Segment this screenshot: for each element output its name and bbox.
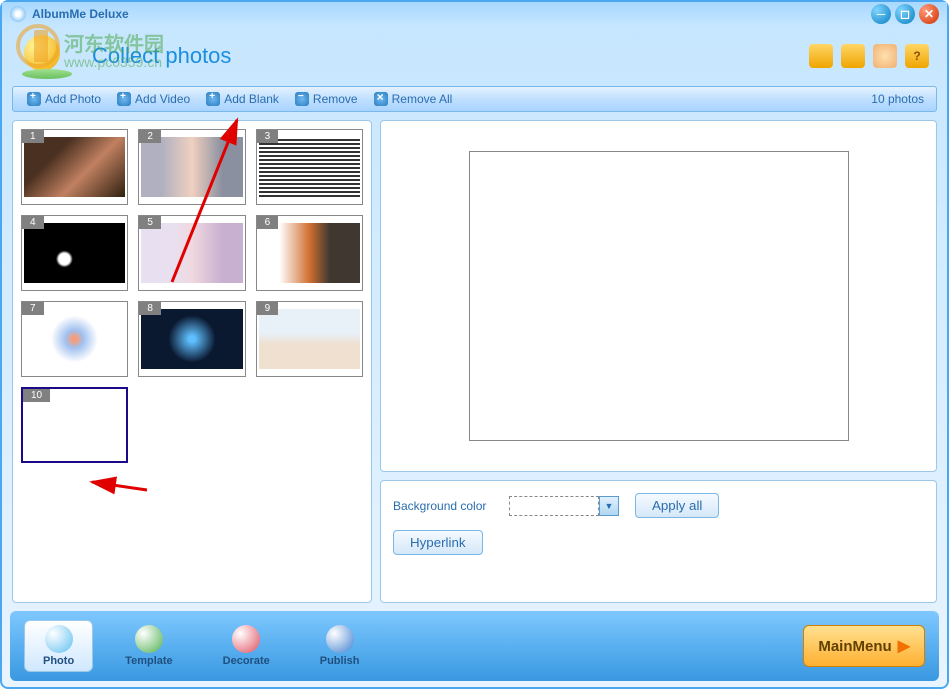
bg-color-row: Background color ▼ Apply all — [393, 493, 924, 518]
save-folder-icon[interactable] — [841, 44, 865, 68]
thumb-number: 8 — [139, 302, 161, 315]
thumb-image — [141, 223, 242, 283]
user-icon[interactable] — [873, 44, 897, 68]
thumb-image — [24, 223, 125, 283]
main-menu-button[interactable]: MainMenu ▶ — [803, 625, 925, 667]
remove-label: Remove — [313, 92, 358, 106]
add-video-label: Add Video — [135, 92, 190, 106]
thumb-number: 3 — [257, 130, 279, 143]
restore-button[interactable]: ◻ — [895, 4, 915, 24]
thumbnail-2[interactable]: 2 — [138, 129, 245, 205]
open-folder-icon[interactable] — [809, 44, 833, 68]
add-video-button[interactable]: Add Video — [109, 90, 198, 108]
thumbnail-10[interactable]: 10 — [21, 387, 128, 463]
app-window: AlbumMe Deluxe ─ ◻ ✕ 河东软件园 www.pc0359.cn… — [0, 0, 949, 689]
remove-all-label: Remove All — [392, 92, 453, 106]
page-title: Collect photos — [92, 43, 231, 69]
decorate-icon — [232, 625, 260, 653]
bg-color-dropdown[interactable]: ▼ — [599, 496, 619, 516]
app-icon — [10, 6, 26, 22]
publish-icon — [326, 625, 354, 653]
preview-box — [469, 151, 849, 441]
photo-grid-panel: 1 2 3 4 5 6 7 8 9 10 — [12, 120, 372, 603]
thumb-number: 5 — [139, 216, 161, 229]
hyperlink-button[interactable]: Hyperlink — [393, 530, 483, 555]
nav-photo-label: Photo — [43, 655, 74, 667]
add-blank-button[interactable]: Add Blank — [198, 90, 287, 108]
plus-icon — [27, 92, 41, 106]
thumbnail-6[interactable]: 6 — [256, 215, 363, 291]
close-button[interactable]: ✕ — [919, 4, 939, 24]
template-icon — [135, 625, 163, 653]
photo-count: 10 photos — [871, 92, 930, 106]
apply-all-button[interactable]: Apply all — [635, 493, 719, 518]
titlebar: AlbumMe Deluxe ─ ◻ ✕ — [2, 2, 947, 26]
minimize-button[interactable]: ─ — [871, 4, 891, 24]
thumb-image — [141, 309, 242, 369]
thumb-image — [25, 395, 124, 455]
thumb-number: 4 — [22, 216, 44, 229]
main-menu-label: MainMenu — [818, 638, 891, 655]
thumb-number: 10 — [23, 389, 50, 402]
thumb-image — [259, 223, 360, 283]
bg-color-select: ▼ — [509, 496, 619, 516]
bg-color-label: Background color — [393, 499, 493, 513]
arrow-right-icon: ▶ — [898, 636, 910, 656]
window-title: AlbumMe Deluxe — [32, 7, 871, 21]
thumb-image — [259, 309, 360, 369]
nav-template[interactable]: Template — [107, 621, 190, 671]
add-photo-button[interactable]: Add Photo — [19, 90, 109, 108]
add-blank-label: Add Blank — [224, 92, 279, 106]
thumbnail-5[interactable]: 5 — [138, 215, 245, 291]
photo-icon — [45, 625, 73, 653]
thumb-image — [141, 137, 242, 197]
nav-template-label: Template — [125, 655, 172, 667]
hyperlink-row: Hyperlink — [393, 530, 924, 555]
toolbar: Add Photo Add Video Add Blank Remove Rem… — [12, 86, 937, 112]
thumbnail-8[interactable]: 8 — [138, 301, 245, 377]
plus-icon — [117, 92, 131, 106]
nav-decorate-label: Decorate — [223, 655, 270, 667]
nav-publish-label: Publish — [320, 655, 360, 667]
nav-decorate[interactable]: Decorate — [205, 621, 288, 671]
thumb-image — [24, 137, 125, 197]
thumb-number: 9 — [257, 302, 279, 315]
thumbnail-7[interactable]: 7 — [21, 301, 128, 377]
remove-all-button[interactable]: Remove All — [366, 90, 461, 108]
help-icon[interactable]: ? — [905, 44, 929, 68]
thumb-number: 6 — [257, 216, 279, 229]
thumbnail-9[interactable]: 9 — [256, 301, 363, 377]
minus-icon — [295, 92, 309, 106]
preview-panel — [380, 120, 937, 472]
add-photo-label: Add Photo — [45, 92, 101, 106]
plus-icon — [206, 92, 220, 106]
window-controls: ─ ◻ ✕ — [871, 4, 939, 24]
remove-button[interactable]: Remove — [287, 90, 366, 108]
content-area: 1 2 3 4 5 6 7 8 9 10 Background color — [2, 112, 947, 611]
nav-photo[interactable]: Photo — [24, 620, 93, 672]
thumbnail-1[interactable]: 1 — [21, 129, 128, 205]
thumb-number: 1 — [22, 130, 44, 143]
header-tools: ? — [809, 44, 929, 68]
header: Collect photos ? — [2, 26, 947, 86]
photo-grid: 1 2 3 4 5 6 7 8 9 10 — [21, 129, 363, 463]
thumb-image — [24, 309, 125, 369]
thumb-number: 7 — [22, 302, 44, 315]
bg-color-swatch[interactable] — [509, 496, 599, 516]
thumbnail-3[interactable]: 3 — [256, 129, 363, 205]
right-column: Background color ▼ Apply all Hyperlink — [380, 120, 937, 603]
thumb-image — [259, 137, 360, 197]
thumbnail-4[interactable]: 4 — [21, 215, 128, 291]
x-icon — [374, 92, 388, 106]
properties-panel: Background color ▼ Apply all Hyperlink — [380, 480, 937, 603]
app-logo — [20, 31, 80, 81]
nav-publish[interactable]: Publish — [302, 621, 378, 671]
bottom-nav: Photo Template Decorate Publish MainMenu… — [10, 611, 939, 681]
thumb-number: 2 — [139, 130, 161, 143]
